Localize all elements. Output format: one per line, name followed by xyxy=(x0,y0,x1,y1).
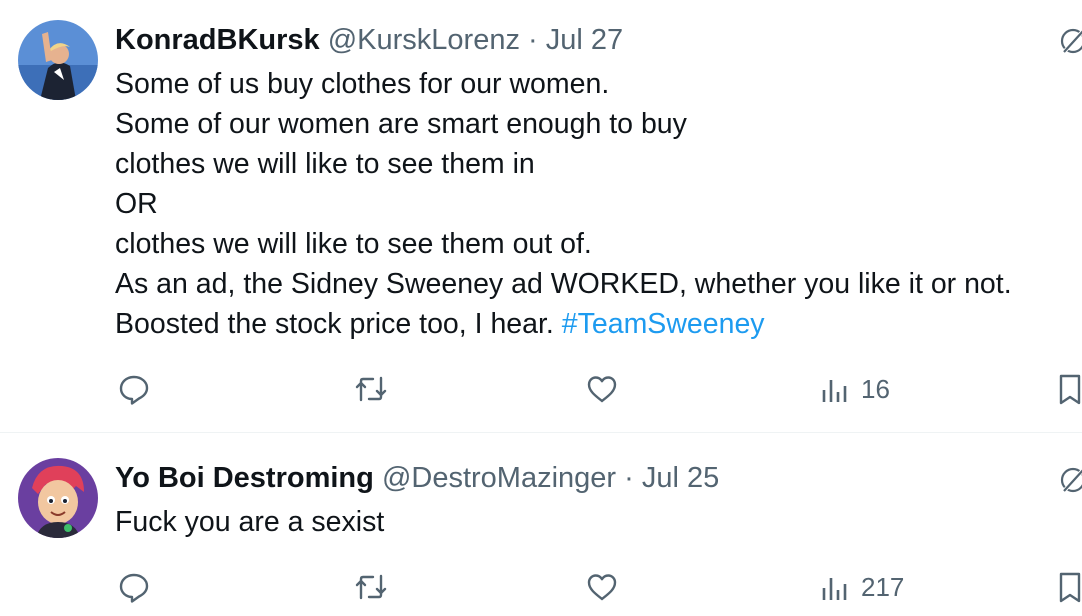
grok-icon[interactable] xyxy=(1058,26,1082,56)
display-name[interactable]: Yo Boi Destroming xyxy=(115,462,374,494)
user-handle[interactable]: @DestroMazinger xyxy=(382,462,616,494)
display-name[interactable]: KonradBKursk xyxy=(115,24,320,56)
like-icon xyxy=(587,376,617,403)
retweet-icon xyxy=(355,376,387,402)
tweet-header: KonradBKursk @KurskLorenz · Jul 27 xyxy=(115,22,623,58)
views-button[interactable]: 217 xyxy=(821,567,904,607)
views-button[interactable]: 16 xyxy=(821,369,890,409)
avatar-photo xyxy=(18,20,98,100)
tweet[interactable]: Yo Boi Destroming @DestroMazinger · Jul … xyxy=(0,433,1082,616)
tweet-header: Yo Boi Destroming @DestroMazinger · Jul … xyxy=(115,460,719,496)
views-icon xyxy=(822,578,847,600)
tweet-text-line: clothes we will like to see them in xyxy=(115,148,535,180)
reply-icon xyxy=(119,375,149,405)
tweet[interactable]: KonradBKursk @KurskLorenz · Jul 27 Some … xyxy=(0,0,1082,432)
reply-button[interactable] xyxy=(117,369,151,409)
avatar[interactable] xyxy=(18,458,98,538)
tweet-text-line: Some of us buy clothes for our women. xyxy=(115,68,610,100)
retweet-button[interactable] xyxy=(353,369,389,409)
retweet-icon xyxy=(355,574,387,600)
like-button[interactable] xyxy=(585,369,619,409)
like-button[interactable] xyxy=(585,567,619,607)
action-bar: 217 xyxy=(115,567,1082,607)
bookmark-icon xyxy=(1059,374,1081,405)
tweet-text-line: Some of our women are smart enough to bu… xyxy=(115,108,687,140)
bookmark-button[interactable] xyxy=(1055,567,1082,607)
like-icon xyxy=(587,574,617,601)
tweet-text-line: As an ad, the Sidney Sweeney ad WORKED, … xyxy=(115,268,1012,300)
bookmark-button[interactable] xyxy=(1055,369,1082,409)
reply-icon xyxy=(119,573,149,603)
views-count: 217 xyxy=(861,571,905,602)
avatar[interactable] xyxy=(18,20,98,100)
tweet-text-line: Boosted the stock price too, I hear. #Te… xyxy=(115,304,1012,344)
tweet-text: Fuck you are a sexist xyxy=(115,502,384,542)
views-icon xyxy=(822,380,847,402)
tweet-date[interactable]: Jul 25 xyxy=(642,462,719,494)
tweet-text-line: clothes we will like to see them out of. xyxy=(115,228,592,260)
separator-dot: · xyxy=(528,24,538,56)
timeline: KonradBKursk @KurskLorenz · Jul 27 Some … xyxy=(0,0,1082,616)
separator-dot: · xyxy=(624,462,634,494)
avatar-cartoon xyxy=(18,458,98,538)
action-bar: 16 xyxy=(115,369,1082,409)
user-handle[interactable]: @KurskLorenz xyxy=(328,24,520,56)
tweet-text: Some of us buy clothes for our women. So… xyxy=(115,64,1012,344)
tweet-text-line: OR xyxy=(115,188,158,220)
retweet-button[interactable] xyxy=(353,567,389,607)
reply-button[interactable] xyxy=(117,567,151,607)
tweet-text-segment: Boosted the stock price too, I hear. xyxy=(115,308,562,340)
tweet-date[interactable]: Jul 27 xyxy=(546,24,623,56)
bookmark-icon xyxy=(1059,572,1081,603)
views-count: 16 xyxy=(861,373,890,404)
grok-icon[interactable] xyxy=(1058,465,1082,495)
tweet-text-line: Fuck you are a sexist xyxy=(115,506,385,538)
hashtag-link[interactable]: #TeamSweeney xyxy=(562,308,765,340)
